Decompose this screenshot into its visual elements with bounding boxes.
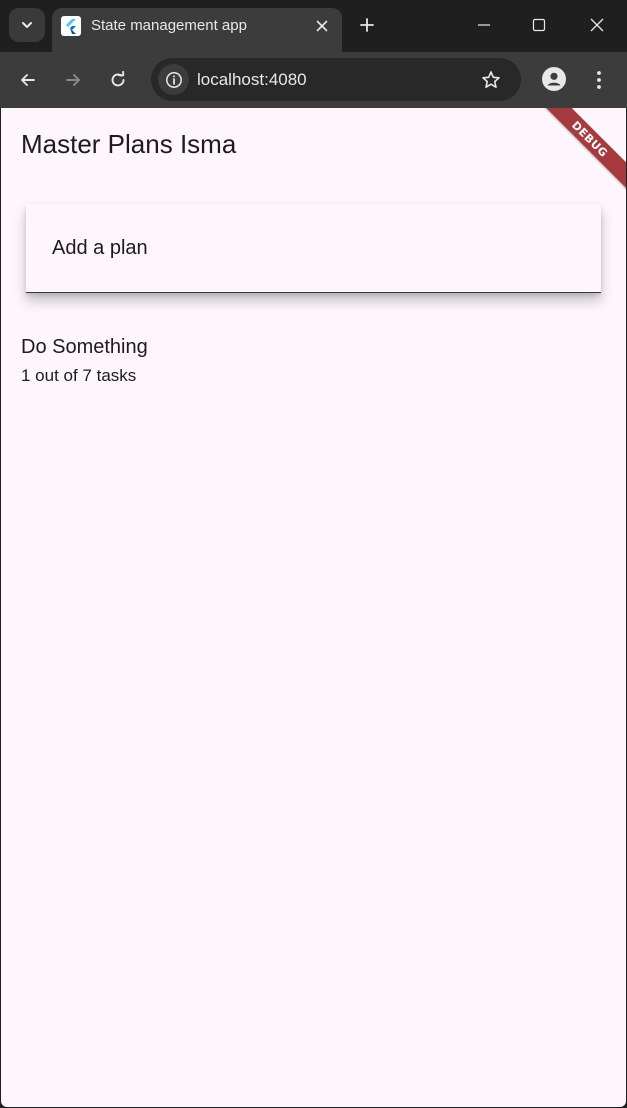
close-icon — [590, 18, 604, 32]
plan-name: Do Something — [21, 336, 148, 358]
plus-icon — [360, 18, 374, 32]
profile-button[interactable] — [538, 63, 569, 94]
info-icon — [165, 71, 182, 88]
close-window-button[interactable] — [577, 8, 617, 42]
reload-button[interactable] — [101, 63, 135, 97]
arrow-left-icon — [21, 74, 35, 86]
maximize-button[interactable] — [519, 8, 559, 42]
address-bar[interactable]: localhost:4080 — [151, 58, 521, 101]
tab-close-button[interactable] — [311, 15, 333, 37]
person-icon — [541, 66, 566, 91]
app-page: Master Plans Isma DEBUG Do Something 1 o… — [1, 108, 626, 1107]
new-tab-button[interactable] — [352, 10, 382, 40]
bookmark-button[interactable] — [475, 64, 506, 95]
debug-banner-label: DEBUG — [569, 118, 611, 160]
site-info-button[interactable] — [158, 64, 189, 95]
reload-icon — [111, 71, 125, 87]
browser-toolbar: localhost:4080 — [0, 52, 627, 108]
tab-title: State management app — [91, 17, 247, 34]
add-plan-card — [26, 204, 601, 293]
star-icon — [481, 70, 500, 88]
app-bar-title: Master Plans Isma — [21, 129, 237, 159]
add-plan-input[interactable] — [26, 204, 601, 292]
browser-menu-button[interactable] — [584, 63, 614, 97]
browser-titlebar: State management app — [0, 0, 627, 52]
close-icon — [316, 20, 328, 32]
browser-tab-active[interactable]: State management app — [52, 8, 342, 52]
tab-search-button[interactable] — [9, 8, 45, 42]
forward-button[interactable] — [56, 63, 90, 97]
back-button[interactable] — [11, 63, 45, 97]
url-text[interactable]: localhost:4080 — [197, 70, 307, 90]
minimize-icon — [478, 24, 490, 26]
more-vertical-icon — [597, 71, 601, 89]
arrow-right-icon — [66, 74, 80, 86]
maximize-icon — [532, 18, 546, 32]
plan-progress-text: 1 out of 7 tasks — [21, 366, 137, 385]
chevron-down-icon — [22, 22, 32, 28]
flutter-icon — [61, 16, 81, 36]
minimize-button[interactable] — [464, 8, 504, 42]
plan-list-item[interactable]: Do Something 1 out of 7 tasks — [1, 328, 626, 394]
debug-banner: DEBUG — [527, 108, 626, 202]
